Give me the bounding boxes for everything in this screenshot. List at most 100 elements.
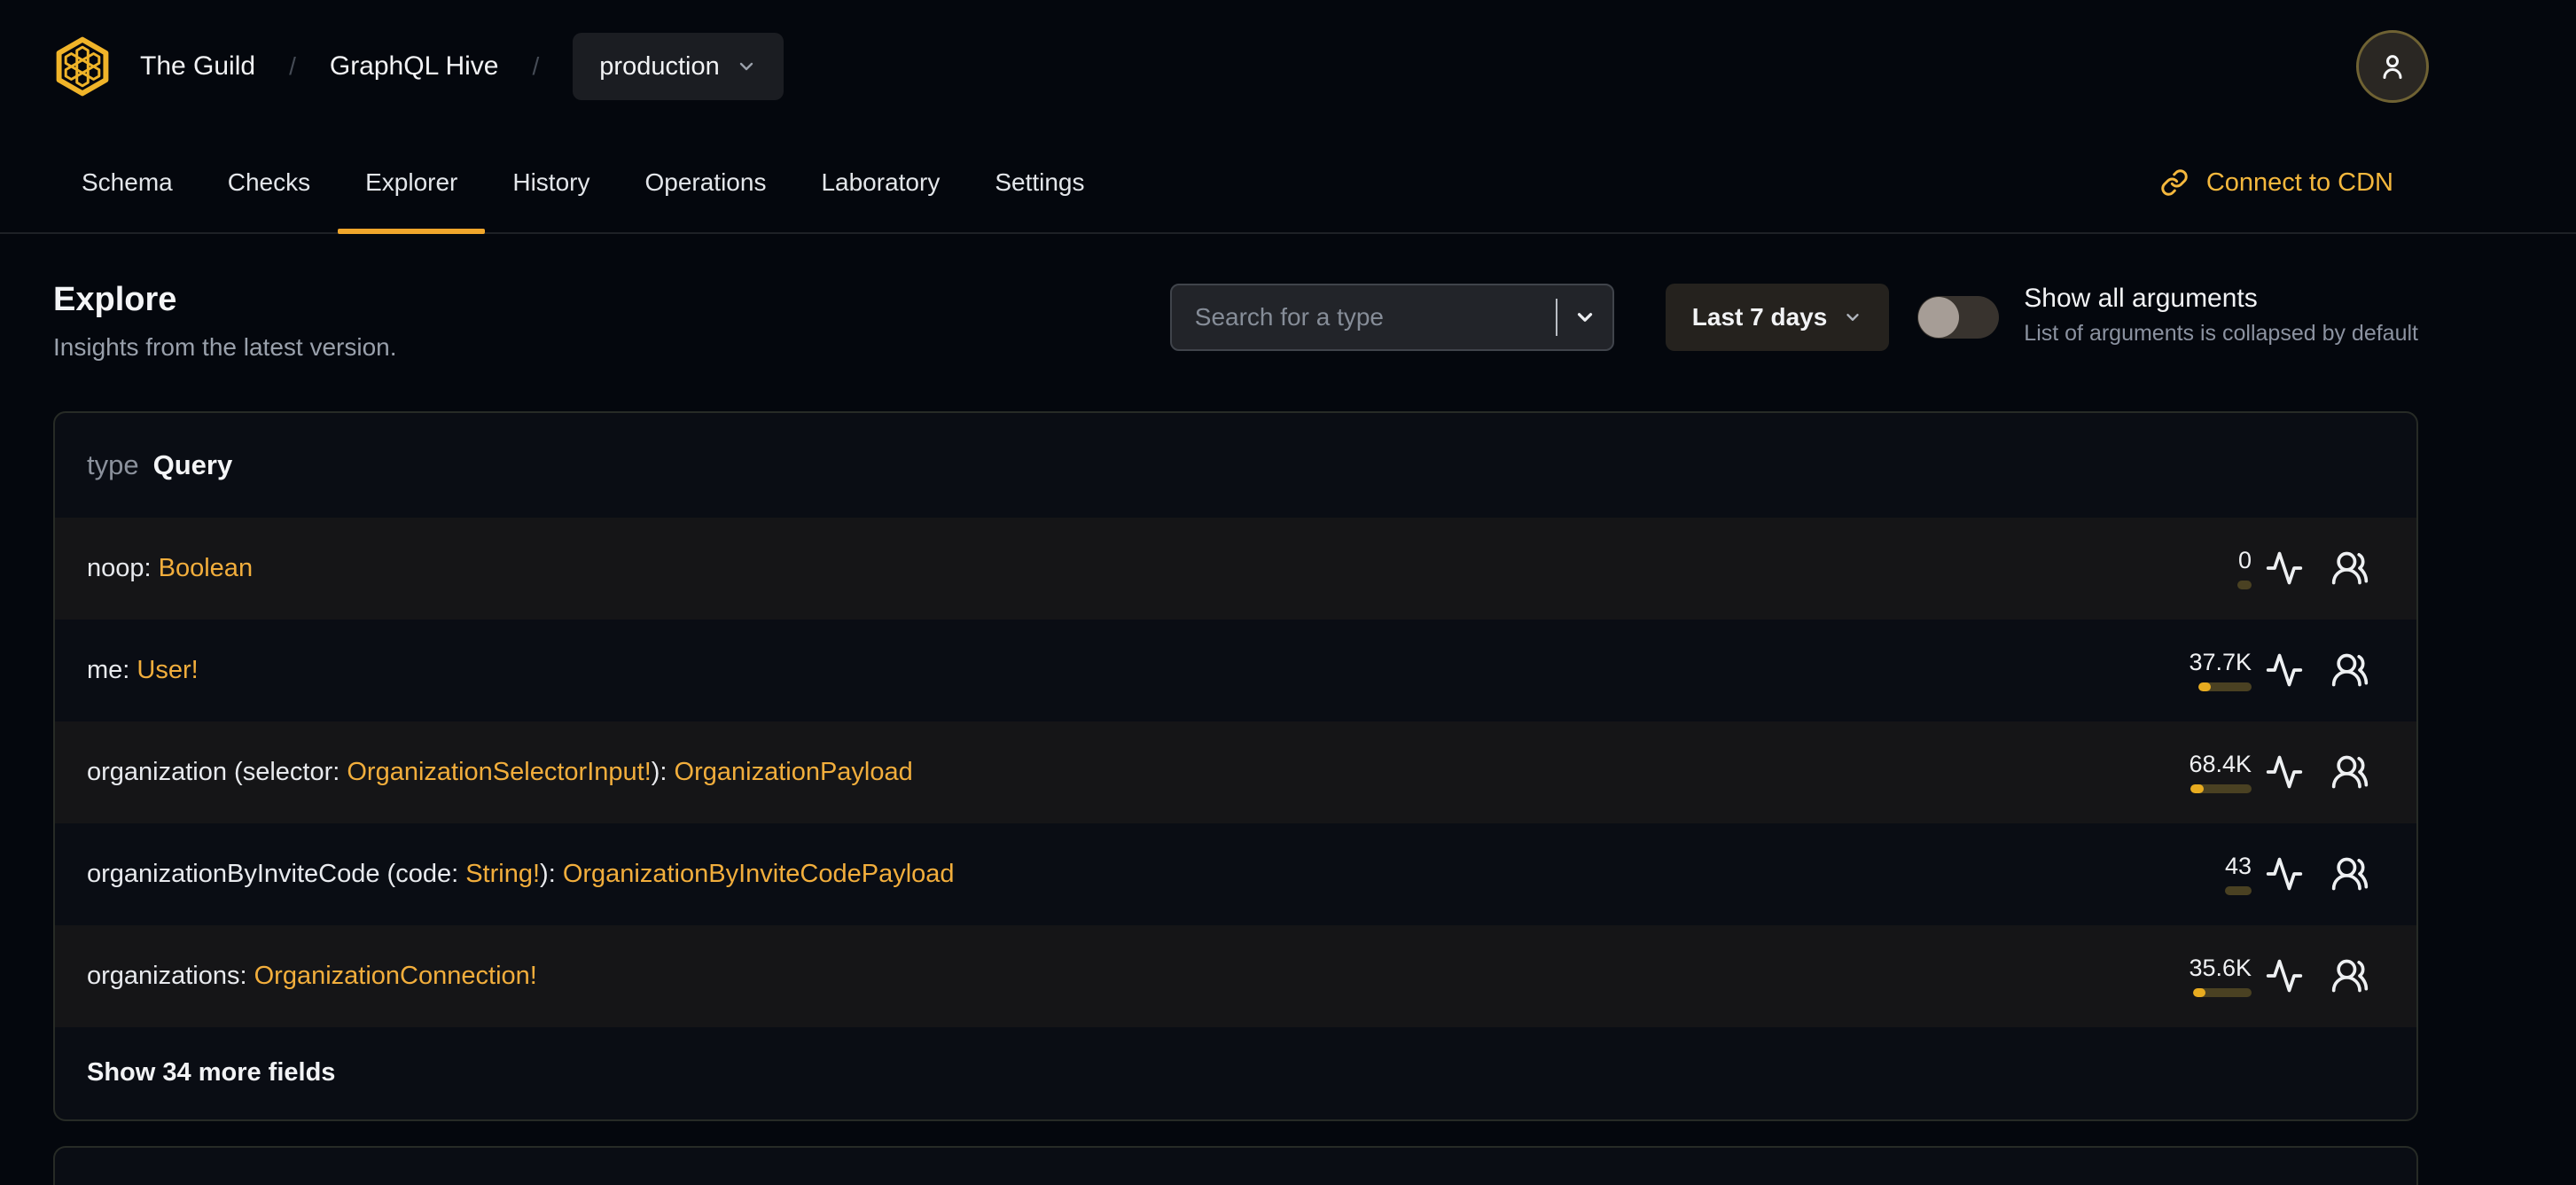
field-usage: 68.4K — [2136, 751, 2252, 794]
top-bar: The Guild / GraphQL Hive / production — [0, 0, 2576, 133]
search-dropdown-button[interactable] — [1557, 285, 1612, 349]
toggle-label: Show all arguments — [2024, 284, 2258, 313]
field-usage-count: 35.6K — [2189, 955, 2252, 982]
type-search-box — [1169, 284, 1614, 351]
breadcrumb-separator: / — [289, 52, 296, 80]
field-row: organization (selector: OrganizationSele… — [55, 721, 2416, 823]
type-card-query: type Query noop: Boolean 0 me: User! 37.… — [53, 410, 2418, 1121]
activity-icon[interactable] — [2252, 943, 2317, 1009]
user-avatar-button[interactable] — [2356, 30, 2429, 103]
connect-to-cdn-link[interactable]: Connect to CDN — [2160, 133, 2393, 232]
hive-logo-icon[interactable] — [53, 35, 112, 98]
type-reference-link[interactable]: User! — [137, 656, 198, 684]
field-name-text: organization (selector: — [87, 757, 347, 786]
target-selector[interactable]: production — [573, 33, 784, 100]
breadcrumb-separator: / — [532, 52, 540, 80]
activity-icon[interactable] — [2252, 535, 2317, 601]
field-name-text: ): — [651, 757, 675, 786]
type-reference-link[interactable]: String! — [465, 860, 540, 888]
page-title-block: Explore Insights from the latest version… — [53, 280, 397, 362]
type-reference-link[interactable]: OrganizationConnection! — [254, 962, 537, 990]
field-name-text: ): — [540, 859, 563, 888]
field-usage-bar — [2190, 784, 2252, 794]
field-signature: organizations: OrganizationConnection! — [87, 962, 537, 991]
field-signature: organizationByInviteCode (code: String!)… — [87, 860, 955, 889]
users-icon[interactable] — [2317, 739, 2383, 805]
users-icon[interactable] — [2317, 535, 2383, 601]
type-card-header: type Query — [55, 413, 2416, 518]
field-row: organizations: OrganizationConnection! 3… — [55, 924, 2416, 1027]
field-signature: organization (selector: OrganizationSele… — [87, 758, 913, 787]
field-usage: 43 — [2136, 853, 2252, 896]
field-signature: noop: Boolean — [87, 554, 253, 583]
type-name[interactable]: Query — [153, 449, 233, 481]
top-bar-left: The Guild / GraphQL Hive / production — [53, 33, 784, 100]
explorer-controls: Last 7 days Show all arguments List of a… — [1169, 284, 2418, 351]
chevron-down-icon — [1573, 306, 1596, 329]
activity-icon[interactable] — [2252, 637, 2317, 703]
chevron-down-icon — [736, 56, 757, 77]
activity-icon[interactable] — [2252, 739, 2317, 805]
field-usage-bar-fill — [2193, 988, 2205, 998]
field-stats: 68.4K — [2136, 739, 2383, 805]
field-usage: 0 — [2136, 547, 2252, 590]
page-title: Explore — [53, 281, 177, 318]
chevron-down-icon — [1843, 308, 1862, 327]
toggle-text-block: Show all arguments List of arguments is … — [2024, 284, 2418, 347]
toggle-description: List of arguments is collapsed by defaul… — [2024, 321, 2418, 346]
breadcrumb: The Guild / GraphQL Hive / production — [140, 33, 784, 100]
field-stats: 35.6K — [2136, 943, 2383, 1009]
field-name-text: organizationByInviteCode (code: — [87, 859, 466, 888]
nav-tabs: Schema Checks Explorer History Operations Lab… — [54, 133, 1112, 234]
app-header: The Guild / GraphQL Hive / production Sc… — [0, 0, 2576, 234]
tab-history[interactable]: History — [485, 133, 617, 232]
field-row: organizationByInviteCode (code: String!)… — [55, 823, 2416, 925]
period-selector-button[interactable]: Last 7 days — [1665, 284, 1890, 351]
field-usage-bar — [2237, 581, 2252, 590]
type-kind-label: type — [87, 448, 139, 480]
field-usage-bar — [2225, 886, 2252, 896]
field-stats: 37.7K — [2136, 637, 2383, 703]
page-subtitle: Insights from the latest version. — [53, 332, 397, 361]
type-reference-link[interactable]: OrganizationByInviteCodePayload — [563, 860, 955, 888]
tab-laboratory[interactable]: Laboratory — [793, 133, 967, 232]
field-name-text: noop: — [87, 553, 159, 582]
type-reference-link[interactable]: OrganizationSelectorInput! — [347, 758, 651, 786]
tab-schema[interactable]: Schema — [54, 133, 200, 232]
tab-settings[interactable]: Settings — [967, 133, 1112, 232]
nav-bar: Schema Checks Explorer History Operations Lab… — [0, 133, 2576, 234]
field-usage: 37.7K — [2136, 649, 2252, 692]
next-type-card-partial — [53, 1145, 2418, 1185]
tab-explorer[interactable]: Explorer — [338, 133, 486, 234]
toggle-knob — [1918, 297, 1960, 338]
field-name-text: organizations: — [87, 961, 254, 990]
tab-operations[interactable]: Operations — [617, 133, 793, 232]
target-selector-label: production — [599, 51, 720, 81]
field-usage: 35.6K — [2136, 955, 2252, 998]
field-usage-count: 68.4K — [2189, 751, 2252, 778]
users-icon[interactable] — [2317, 637, 2383, 703]
field-usage-bar-fill — [2190, 784, 2204, 794]
user-icon — [2375, 49, 2410, 84]
field-signature: me: User! — [87, 656, 199, 685]
field-row: me: User! 37.7K — [55, 620, 2416, 721]
search-input[interactable] — [1171, 303, 1556, 331]
tab-checks[interactable]: Checks — [200, 133, 338, 232]
users-icon[interactable] — [2317, 841, 2383, 907]
show-more-fields-button[interactable]: Show 34 more fields — [55, 1027, 2416, 1119]
activity-icon[interactable] — [2252, 841, 2317, 907]
users-icon[interactable] — [2317, 943, 2383, 1009]
link-icon — [2160, 168, 2189, 197]
show-all-arguments-toggle[interactable] — [1917, 296, 2000, 339]
field-usage-count: 0 — [2237, 547, 2252, 574]
breadcrumb-organization[interactable]: The Guild — [140, 51, 255, 82]
field-usage-bar — [2193, 988, 2252, 998]
field-usage-bar-fill — [2198, 682, 2211, 692]
period-label: Last 7 days — [1691, 303, 1828, 331]
type-reference-link[interactable]: Boolean — [159, 554, 253, 582]
type-reference-link[interactable]: OrganizationPayload — [675, 758, 913, 786]
field-usage-count: 37.7K — [2189, 649, 2252, 676]
page-head: Explore Insights from the latest version… — [53, 280, 2418, 362]
breadcrumb-project[interactable]: GraphQL Hive — [330, 51, 499, 82]
field-name-text: me: — [87, 655, 137, 684]
